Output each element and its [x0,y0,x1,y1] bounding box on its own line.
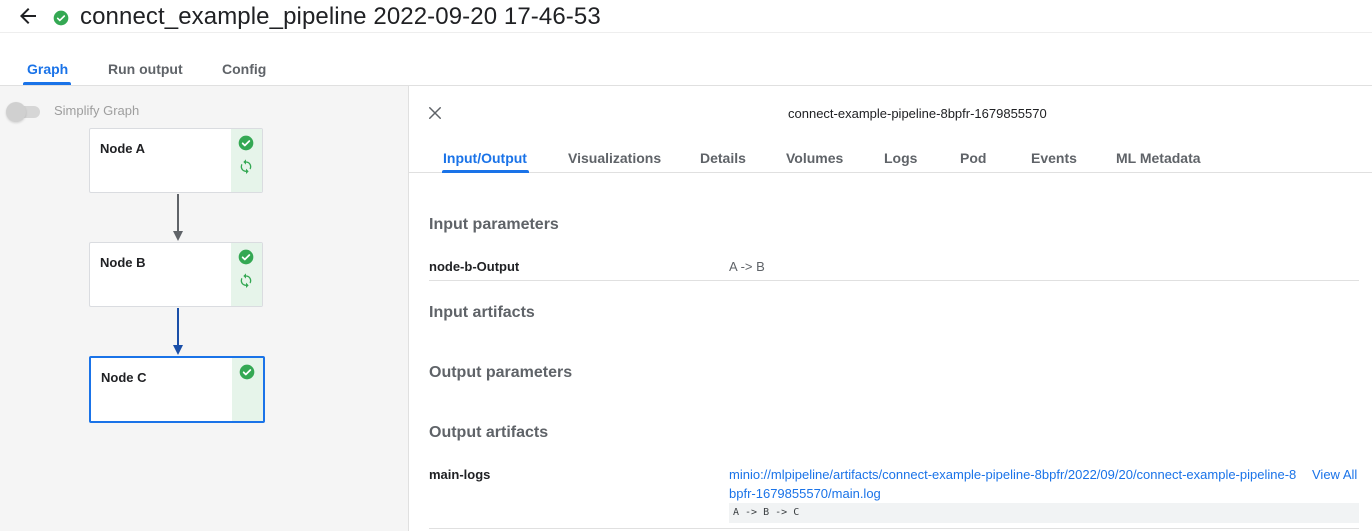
main-tab-bar: Graph Run output Config [0,33,1372,86]
tab-ml-metadata[interactable]: ML Metadata [1116,150,1201,166]
tab-config[interactable]: Config [222,61,266,77]
view-all-link[interactable]: View All [1312,467,1357,482]
tab-run-output[interactable]: Run output [108,61,183,77]
graph-pane: Simplify Graph Node A Node B Node C [0,86,409,531]
section-output-artifacts: Output artifacts [429,424,549,441]
tab-details[interactable]: Details [700,150,746,166]
simplify-graph-toggle[interactable] [6,102,42,122]
details-tab-bar: Input/Output Visualizations Details Volu… [409,136,1372,173]
arrow-left-icon[interactable] [16,4,40,28]
page-title: connect_example_pipeline 2022-09-20 17-4… [80,3,601,30]
row-divider [429,280,1359,281]
active-tab-indicator [23,82,71,85]
check-circle-icon [53,10,69,26]
pod-name: connect-example-pipeline-8bpfr-167985557… [788,106,1047,121]
node-status-panel [231,129,262,192]
section-output-parameters: Output parameters [429,364,573,381]
section-input-parameters: Input parameters [429,216,559,233]
graph-node-a[interactable]: Node A [89,128,263,193]
cached-icon [240,159,252,174]
tab-logs[interactable]: Logs [884,150,917,166]
graph-node-b[interactable]: Node B [89,242,263,307]
run-header: connect_example_pipeline 2022-09-20 17-4… [0,0,1372,33]
node-details-pane: connect-example-pipeline-8bpfr-167985557… [409,86,1372,531]
node-label: Node C [101,370,147,385]
section-input-artifacts: Input artifacts [429,304,535,321]
check-circle-icon [239,364,255,380]
tab-graph[interactable]: Graph [27,61,68,77]
tab-volumes[interactable]: Volumes [786,150,843,166]
param-key: node-b-Output [429,259,520,274]
tab-input-output[interactable]: Input/Output [443,150,527,166]
tab-visualizations[interactable]: Visualizations [568,150,661,166]
row-divider [429,528,1359,529]
tab-events[interactable]: Events [1031,150,1077,166]
node-label: Node B [100,255,146,270]
tab-pod[interactable]: Pod [960,150,986,166]
toggle-thumb [6,102,26,122]
cached-icon [240,273,252,288]
close-icon[interactable] [426,104,444,122]
simplify-graph-label: Simplify Graph [54,103,140,118]
artifact-link[interactable]: minio://mlpipeline/artifacts/connect-exa… [729,465,1301,503]
artifact-preview: A -> B -> C [729,503,1359,523]
check-circle-icon [238,135,254,151]
node-status-panel [232,358,263,421]
node-status-panel [231,243,262,306]
param-value: A -> B [729,259,765,274]
artifact-key: main-logs [429,467,491,482]
active-tab-indicator [442,170,529,173]
node-label: Node A [100,141,146,156]
graph-node-c[interactable]: Node C [89,356,265,423]
check-circle-icon [238,249,254,265]
